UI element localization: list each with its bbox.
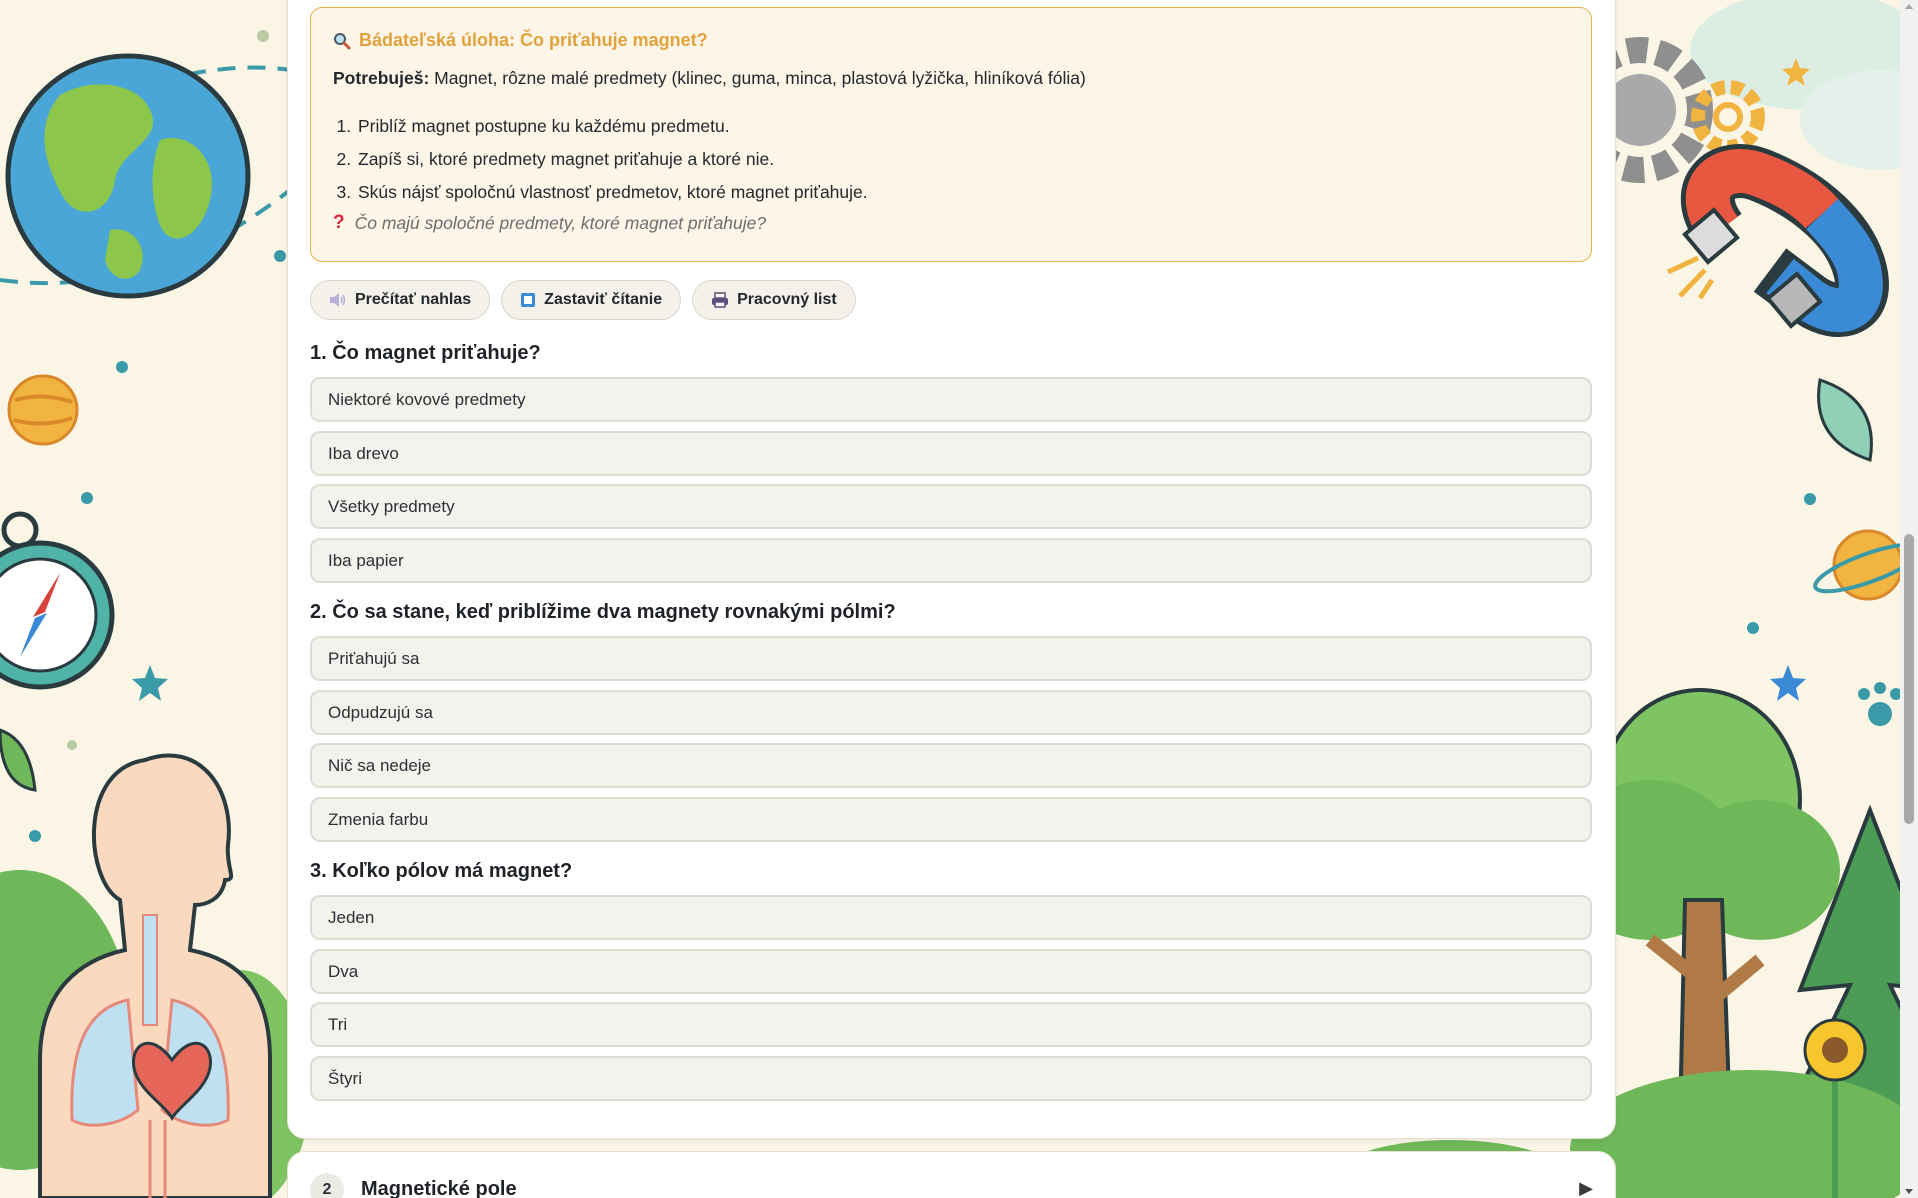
quiz-option[interactable]: Jeden: [310, 895, 1592, 940]
task-step: Skús nájsť spoločnú vlastnosť predmetov,…: [356, 176, 868, 209]
quiz-question-1: 1. Čo magnet priťahuje?: [310, 342, 541, 364]
scroll-down-arrow-icon[interactable]: [1905, 1189, 1913, 1194]
magnifier-icon: [333, 32, 351, 50]
task-steps-list: Priblíž magnet postupne ku každému predm…: [333, 110, 868, 209]
scrollbar-thumb[interactable]: [1904, 534, 1914, 824]
quiz-option[interactable]: Iba papier: [310, 538, 1592, 583]
section-magnetic-field[interactable]: 2 Magnetické pole ▶: [287, 1151, 1616, 1198]
read-aloud-label: Prečítať nahlas: [355, 291, 472, 308]
quiz-option[interactable]: Štyri: [310, 1056, 1592, 1101]
research-task-box: Bádateľská úloha: Čo priťahuje magnet? P…: [310, 7, 1592, 262]
worksheet-label: Pracovný list: [737, 291, 837, 308]
expand-arrow-icon[interactable]: ▶: [1579, 1178, 1593, 1198]
section-number-badge: 2: [310, 1173, 344, 1198]
quiz-question-3: 3. Koľko pólov má magnet?: [310, 860, 573, 882]
research-task-title-text: Bádateľská úloha: Čo priťahuje magnet?: [359, 30, 708, 50]
page-scrollbar[interactable]: [1900, 0, 1918, 1198]
reading-toolbar: Prečítať nahlas Zastaviť čítanie Pracovn…: [310, 280, 856, 320]
materials-text: Magnet, rôzne malé predmety (klinec, gum…: [429, 68, 1086, 88]
quiz-option[interactable]: Iba drevo: [310, 431, 1592, 476]
question-mark-icon: ?: [333, 212, 345, 233]
printer-icon: [711, 292, 729, 308]
quiz-question-2: 2. Čo sa stane, keď priblížime dva magne…: [310, 601, 896, 623]
quiz-option[interactable]: Zmenia farbu: [310, 797, 1592, 842]
globe-icon: [5, 53, 251, 299]
materials-needed: Potrebuješ: Magnet, rôzne malé predmety …: [333, 68, 1086, 89]
quiz-option[interactable]: Dva: [310, 949, 1592, 994]
section-title: Magnetické pole: [361, 1178, 517, 1198]
quiz-option[interactable]: Tri: [310, 1002, 1592, 1047]
task-step: Priblíž magnet postupne ku každému predm…: [356, 110, 868, 143]
task-question: ? Čo majú spoločné predmety, ktoré magne…: [333, 212, 766, 234]
quiz-option[interactable]: Niektoré kovové predmety: [310, 377, 1592, 422]
materials-label: Potrebuješ:: [333, 68, 430, 88]
stop-reading-button[interactable]: Zastaviť čítanie: [501, 280, 682, 320]
planet-icon: [7, 374, 79, 446]
speaker-icon: [329, 292, 347, 308]
task-step: Zapíš si, ktoré predmety magnet priťahuj…: [356, 143, 868, 176]
quiz-option[interactable]: Všetky predmety: [310, 484, 1592, 529]
quiz-option[interactable]: Odpudzujú sa: [310, 690, 1592, 735]
stop-icon: [520, 292, 536, 308]
quiz-option[interactable]: Nič sa nedeje: [310, 743, 1592, 788]
quiz-option[interactable]: Priťahujú sa: [310, 636, 1592, 681]
task-question-text: Čo majú spoločné predmety, ktoré magnet …: [354, 212, 767, 233]
worksheet-button[interactable]: Pracovný list: [692, 280, 856, 320]
scroll-up-arrow-icon[interactable]: [1905, 4, 1913, 9]
research-task-title: Bádateľská úloha: Čo priťahuje magnet?: [333, 30, 708, 51]
read-aloud-button[interactable]: Prečítať nahlas: [310, 280, 491, 320]
stop-reading-label: Zastaviť čítanie: [544, 291, 663, 308]
lesson-card: Bádateľská úloha: Čo priťahuje magnet? P…: [287, 0, 1616, 1139]
